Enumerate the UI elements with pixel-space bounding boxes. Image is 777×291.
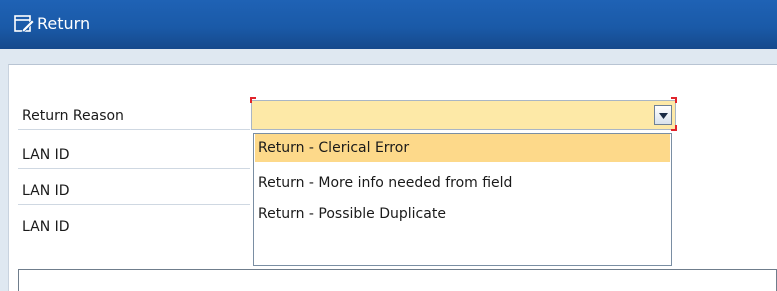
required-marker: [671, 125, 677, 131]
row-divider: [18, 204, 250, 205]
dropdown-toggle-button[interactable]: [654, 105, 672, 125]
return-dialog: Return Return Reason LAN ID LAN ID LAN I…: [0, 0, 777, 291]
title-bar: Return: [0, 0, 777, 49]
row-divider: [18, 168, 250, 169]
required-marker: [671, 97, 677, 103]
dropdown-option[interactable]: Return - Possible Duplicate: [255, 200, 670, 228]
lan-id-label-2: LAN ID: [22, 183, 70, 199]
bottom-panel: [18, 269, 777, 291]
window-title: Return: [37, 14, 91, 33]
return-reason-dropdown-list: Return - Clerical Error Return - More in…: [253, 133, 672, 266]
required-marker: [250, 97, 256, 103]
lan-id-label-1: LAN ID: [22, 147, 70, 163]
return-reason-label: Return Reason: [22, 108, 124, 124]
lan-id-label-3: LAN ID: [22, 219, 70, 235]
chevron-down-icon: [659, 113, 668, 119]
dropdown-option[interactable]: Return - More info needed from field: [255, 169, 670, 197]
edit-window-icon: [13, 13, 35, 35]
row-divider: [18, 129, 250, 130]
return-reason-select[interactable]: [250, 97, 677, 131]
dropdown-option[interactable]: Return - Clerical Error: [255, 134, 670, 162]
